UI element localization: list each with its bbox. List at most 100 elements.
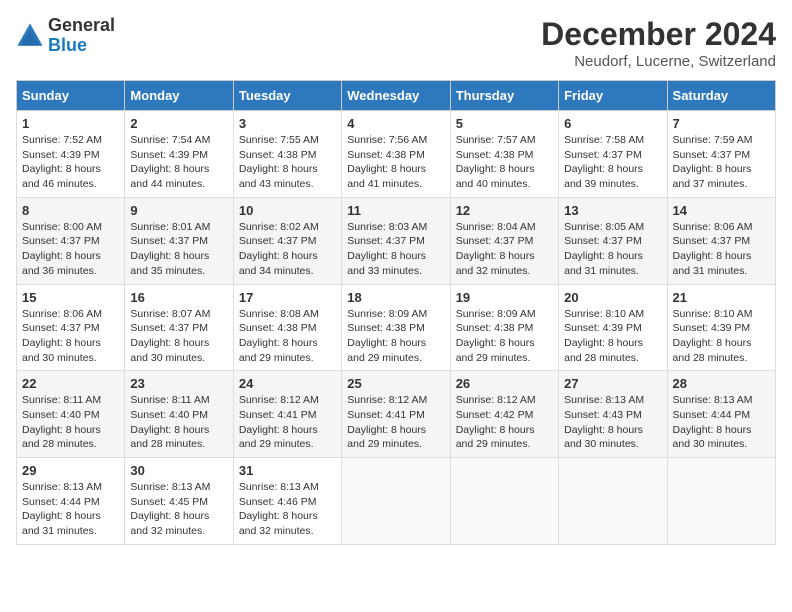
day-info: Sunrise: 8:12 AMSunset: 4:41 PMDaylight:… xyxy=(239,393,336,452)
calendar-week-row: 15 Sunrise: 8:06 AMSunset: 4:37 PMDaylig… xyxy=(17,284,776,371)
calendar-week-row: 22 Sunrise: 8:11 AMSunset: 4:40 PMDaylig… xyxy=(17,371,776,458)
day-number: 9 xyxy=(130,203,227,218)
day-info: Sunrise: 8:10 AMSunset: 4:39 PMDaylight:… xyxy=(564,307,661,366)
day-number: 22 xyxy=(22,376,119,391)
table-row: 13 Sunrise: 8:05 AMSunset: 4:37 PMDaylig… xyxy=(559,197,667,284)
table-row: 24 Sunrise: 8:12 AMSunset: 4:41 PMDaylig… xyxy=(233,371,341,458)
table-row xyxy=(667,458,775,545)
day-number: 4 xyxy=(347,116,444,131)
day-info: Sunrise: 8:04 AMSunset: 4:37 PMDaylight:… xyxy=(456,220,553,279)
table-row: 30 Sunrise: 8:13 AMSunset: 4:45 PMDaylig… xyxy=(125,458,233,545)
calendar-table: Sunday Monday Tuesday Wednesday Thursday… xyxy=(16,80,776,545)
day-info: Sunrise: 8:06 AMSunset: 4:37 PMDaylight:… xyxy=(673,220,770,279)
table-row: 21 Sunrise: 8:10 AMSunset: 4:39 PMDaylig… xyxy=(667,284,775,371)
day-number: 23 xyxy=(130,376,227,391)
day-number: 31 xyxy=(239,463,336,478)
day-info: Sunrise: 7:58 AMSunset: 4:37 PMDaylight:… xyxy=(564,133,661,192)
day-info: Sunrise: 7:52 AMSunset: 4:39 PMDaylight:… xyxy=(22,133,119,192)
logo: General Blue xyxy=(16,16,115,56)
day-info: Sunrise: 8:02 AMSunset: 4:37 PMDaylight:… xyxy=(239,220,336,279)
day-number: 16 xyxy=(130,290,227,305)
table-row: 28 Sunrise: 8:13 AMSunset: 4:44 PMDaylig… xyxy=(667,371,775,458)
calendar-week-row: 29 Sunrise: 8:13 AMSunset: 4:44 PMDaylig… xyxy=(17,458,776,545)
day-number: 30 xyxy=(130,463,227,478)
col-wednesday: Wednesday xyxy=(342,81,450,111)
table-row: 27 Sunrise: 8:13 AMSunset: 4:43 PMDaylig… xyxy=(559,371,667,458)
table-row: 31 Sunrise: 8:13 AMSunset: 4:46 PMDaylig… xyxy=(233,458,341,545)
day-info: Sunrise: 8:13 AMSunset: 4:45 PMDaylight:… xyxy=(130,480,227,539)
logo-blue-text: Blue xyxy=(48,35,87,55)
day-info: Sunrise: 8:07 AMSunset: 4:37 PMDaylight:… xyxy=(130,307,227,366)
table-row: 25 Sunrise: 8:12 AMSunset: 4:41 PMDaylig… xyxy=(342,371,450,458)
table-row: 20 Sunrise: 8:10 AMSunset: 4:39 PMDaylig… xyxy=(559,284,667,371)
table-row: 22 Sunrise: 8:11 AMSunset: 4:40 PMDaylig… xyxy=(17,371,125,458)
day-info: Sunrise: 8:03 AMSunset: 4:37 PMDaylight:… xyxy=(347,220,444,279)
day-number: 18 xyxy=(347,290,444,305)
col-friday: Friday xyxy=(559,81,667,111)
day-number: 7 xyxy=(673,116,770,131)
table-row xyxy=(342,458,450,545)
day-number: 2 xyxy=(130,116,227,131)
day-number: 15 xyxy=(22,290,119,305)
table-row: 26 Sunrise: 8:12 AMSunset: 4:42 PMDaylig… xyxy=(450,371,558,458)
day-info: Sunrise: 8:06 AMSunset: 4:37 PMDaylight:… xyxy=(22,307,119,366)
table-row: 18 Sunrise: 8:09 AMSunset: 4:38 PMDaylig… xyxy=(342,284,450,371)
day-number: 29 xyxy=(22,463,119,478)
day-number: 14 xyxy=(673,203,770,218)
location-title: Neudorf, Lucerne, Switzerland xyxy=(541,53,776,70)
table-row: 16 Sunrise: 8:07 AMSunset: 4:37 PMDaylig… xyxy=(125,284,233,371)
table-row: 6 Sunrise: 7:58 AMSunset: 4:37 PMDayligh… xyxy=(559,111,667,198)
table-row: 11 Sunrise: 8:03 AMSunset: 4:37 PMDaylig… xyxy=(342,197,450,284)
day-info: Sunrise: 7:57 AMSunset: 4:38 PMDaylight:… xyxy=(456,133,553,192)
day-info: Sunrise: 8:09 AMSunset: 4:38 PMDaylight:… xyxy=(347,307,444,366)
day-info: Sunrise: 8:08 AMSunset: 4:38 PMDaylight:… xyxy=(239,307,336,366)
day-info: Sunrise: 8:05 AMSunset: 4:37 PMDaylight:… xyxy=(564,220,661,279)
table-row: 10 Sunrise: 8:02 AMSunset: 4:37 PMDaylig… xyxy=(233,197,341,284)
day-info: Sunrise: 8:10 AMSunset: 4:39 PMDaylight:… xyxy=(673,307,770,366)
col-saturday: Saturday xyxy=(667,81,775,111)
title-block: December 2024 Neudorf, Lucerne, Switzerl… xyxy=(541,16,776,70)
day-number: 8 xyxy=(22,203,119,218)
day-number: 10 xyxy=(239,203,336,218)
table-row: 15 Sunrise: 8:06 AMSunset: 4:37 PMDaylig… xyxy=(17,284,125,371)
day-number: 5 xyxy=(456,116,553,131)
col-sunday: Sunday xyxy=(17,81,125,111)
table-row: 14 Sunrise: 8:06 AMSunset: 4:37 PMDaylig… xyxy=(667,197,775,284)
day-number: 25 xyxy=(347,376,444,391)
table-row: 9 Sunrise: 8:01 AMSunset: 4:37 PMDayligh… xyxy=(125,197,233,284)
table-row: 1 Sunrise: 7:52 AMSunset: 4:39 PMDayligh… xyxy=(17,111,125,198)
table-row: 12 Sunrise: 8:04 AMSunset: 4:37 PMDaylig… xyxy=(450,197,558,284)
col-thursday: Thursday xyxy=(450,81,558,111)
day-info: Sunrise: 8:13 AMSunset: 4:43 PMDaylight:… xyxy=(564,393,661,452)
day-number: 20 xyxy=(564,290,661,305)
day-info: Sunrise: 8:11 AMSunset: 4:40 PMDaylight:… xyxy=(130,393,227,452)
day-info: Sunrise: 8:11 AMSunset: 4:40 PMDaylight:… xyxy=(22,393,119,452)
day-number: 27 xyxy=(564,376,661,391)
day-info: Sunrise: 8:09 AMSunset: 4:38 PMDaylight:… xyxy=(456,307,553,366)
day-number: 17 xyxy=(239,290,336,305)
day-number: 12 xyxy=(456,203,553,218)
day-info: Sunrise: 7:59 AMSunset: 4:37 PMDaylight:… xyxy=(673,133,770,192)
table-row: 7 Sunrise: 7:59 AMSunset: 4:37 PMDayligh… xyxy=(667,111,775,198)
day-number: 28 xyxy=(673,376,770,391)
day-number: 11 xyxy=(347,203,444,218)
day-number: 3 xyxy=(239,116,336,131)
day-info: Sunrise: 8:00 AMSunset: 4:37 PMDaylight:… xyxy=(22,220,119,279)
day-number: 26 xyxy=(456,376,553,391)
calendar-header-row: Sunday Monday Tuesday Wednesday Thursday… xyxy=(17,81,776,111)
day-number: 13 xyxy=(564,203,661,218)
day-info: Sunrise: 7:55 AMSunset: 4:38 PMDaylight:… xyxy=(239,133,336,192)
table-row xyxy=(450,458,558,545)
calendar-week-row: 8 Sunrise: 8:00 AMSunset: 4:37 PMDayligh… xyxy=(17,197,776,284)
day-info: Sunrise: 8:12 AMSunset: 4:41 PMDaylight:… xyxy=(347,393,444,452)
table-row: 17 Sunrise: 8:08 AMSunset: 4:38 PMDaylig… xyxy=(233,284,341,371)
day-info: Sunrise: 8:01 AMSunset: 4:37 PMDaylight:… xyxy=(130,220,227,279)
page-header: General Blue December 2024 Neudorf, Luce… xyxy=(16,16,776,70)
day-info: Sunrise: 8:12 AMSunset: 4:42 PMDaylight:… xyxy=(456,393,553,452)
logo-general-text: General xyxy=(48,15,115,35)
month-title: December 2024 xyxy=(541,16,776,53)
logo-icon xyxy=(16,22,44,50)
table-row: 4 Sunrise: 7:56 AMSunset: 4:38 PMDayligh… xyxy=(342,111,450,198)
day-number: 1 xyxy=(22,116,119,131)
table-row: 5 Sunrise: 7:57 AMSunset: 4:38 PMDayligh… xyxy=(450,111,558,198)
